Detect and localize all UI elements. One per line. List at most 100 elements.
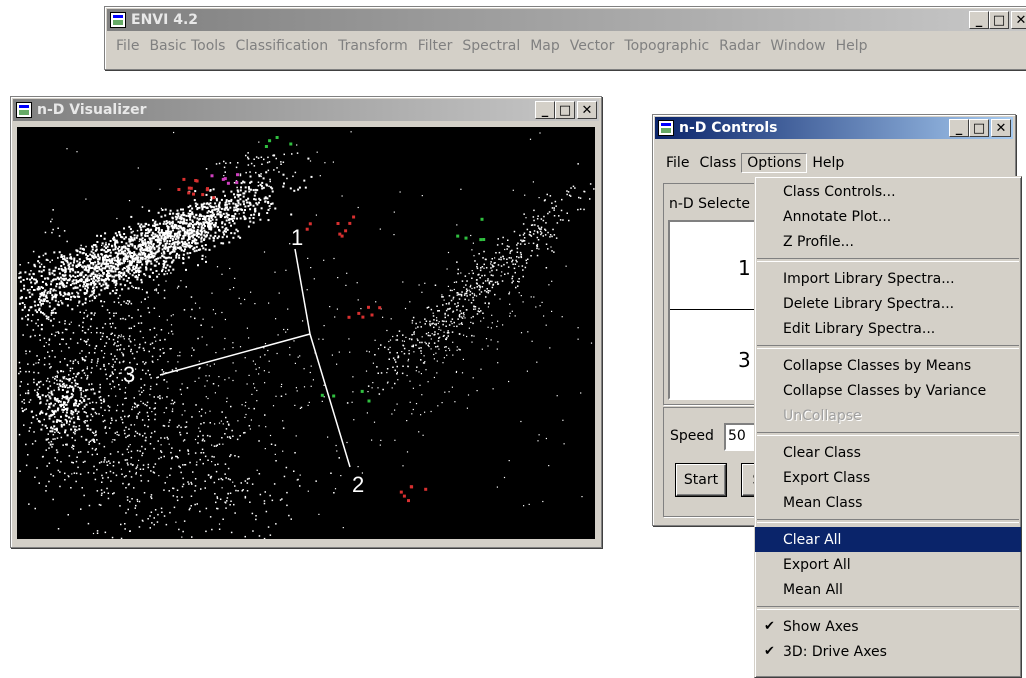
controls-menu-file[interactable]: File [661,155,694,171]
band-item-3[interactable]: 3 [738,348,751,372]
visualizer-title-bar[interactable]: n-D Visualizer _ □ ✕ [13,99,599,121]
scatter-point [153,264,156,267]
menu-item-z-profile[interactable]: Z Profile... [755,229,1021,254]
scatter-point [540,233,542,236]
scatter-point [136,234,139,237]
scatter-point [445,309,448,312]
menu-file[interactable]: File [111,38,144,54]
scatter-point [136,500,139,502]
scatter-point [166,236,169,239]
scatter-point [133,251,136,254]
scatter-plot-canvas[interactable]: 1 2 3 [17,127,595,539]
scatter-point [524,266,527,269]
menu-classification[interactable]: Classification [230,38,333,54]
minimize-icon[interactable]: _ [949,119,969,137]
scatter-point [497,320,499,322]
scatter-point [129,240,132,243]
menu-item-export-class[interactable]: Export Class [755,465,1021,490]
scatter-point [150,511,153,513]
scatter-point [119,361,121,363]
scatter-point [39,265,42,268]
close-icon[interactable]: ✕ [577,101,597,119]
scatter-point [436,372,438,374]
maximize-icon[interactable]: □ [555,101,575,119]
scatter-point [446,332,449,334]
scatter-point [98,268,101,271]
menu-item-collapse-by-means[interactable]: Collapse Classes by Means [755,353,1021,378]
scatter-point [54,457,56,459]
maximize-icon[interactable]: □ [989,11,1009,29]
controls-menu-class[interactable]: Class [694,155,741,171]
menu-item-clear-class[interactable]: Clear Class [755,440,1021,465]
close-icon[interactable]: ✕ [1011,11,1026,29]
menu-item-show-axes[interactable]: ✔ Show Axes [755,614,1021,639]
scatter-point [263,370,265,372]
controls-menu-help[interactable]: Help [807,155,849,171]
scatter-point [96,331,98,334]
scatter-point [38,288,40,291]
menu-item-delete-library-spectra[interactable]: Delete Library Spectra... [755,291,1021,316]
scatter-point [184,234,187,237]
scatter-point [427,332,430,334]
menu-item-class-controls[interactable]: Class Controls... [755,179,1021,204]
menu-item-collapse-by-variance[interactable]: Collapse Classes by Variance [755,378,1021,403]
menu-help[interactable]: Help [831,38,873,54]
menu-item-export-all[interactable]: Export All [755,552,1021,577]
scatter-point [116,263,119,266]
minimize-icon[interactable]: _ [969,11,989,29]
controls-menu-options[interactable]: Options [741,153,808,173]
scatter-point [542,500,544,503]
menu-item-mean-all[interactable]: Mean All [755,577,1021,602]
scatter-point [155,260,158,263]
band-item-1[interactable]: 1 [738,256,751,280]
scatter-point [543,215,545,218]
scatter-point [577,208,579,211]
scatter-point [79,284,81,287]
close-icon[interactable]: ✕ [991,119,1011,137]
menu-map[interactable]: Map [525,38,565,54]
scatter-point [357,466,359,468]
menu-item-import-library-spectra[interactable]: Import Library Spectra... [755,266,1021,291]
start-button[interactable]: Start [676,464,726,496]
scatter-point [487,326,489,328]
scatter-point [92,532,95,535]
scatter-point [139,450,141,452]
scatter-point [154,239,157,241]
scatter-point [34,309,37,312]
scatter-point [388,358,390,360]
scatter-point [523,505,525,507]
menu-basic-tools[interactable]: Basic Tools [144,38,230,54]
menu-vector[interactable]: Vector [565,38,620,54]
scatter-point [227,467,230,470]
scatter-point [182,483,185,486]
scatter-point [230,224,232,227]
scatter-point [38,298,41,301]
scatter-point [148,311,151,314]
minimize-icon[interactable]: _ [535,101,555,119]
menu-item-3d-drive-axes[interactable]: ✔ 3D: Drive Axes [755,639,1021,664]
scatter-point [327,436,329,438]
scatter-point [154,413,157,416]
menu-topographic[interactable]: Topographic [619,38,714,54]
scatter-point [241,490,243,492]
menu-item-edit-library-spectra[interactable]: Edit Library Spectra... [755,316,1021,341]
scatter-point [148,237,151,240]
controls-title-bar[interactable]: n-D Controls _ □ ✕ [655,117,1013,139]
scatter-point [51,430,54,433]
menu-item-mean-class[interactable]: Mean Class [755,490,1021,515]
scatter-point [470,317,472,319]
scatter-point [545,437,547,440]
scatter-point [87,522,90,525]
scatter-point [260,173,262,175]
menu-item-clear-all[interactable]: Clear All [755,527,1021,552]
menu-spectral[interactable]: Spectral [457,38,525,54]
menu-radar[interactable]: Radar [714,38,765,54]
menu-window[interactable]: Window [765,38,830,54]
maximize-icon[interactable]: □ [969,119,989,137]
scatter-point [91,359,93,361]
scatter-point [51,272,54,275]
envi-title-bar[interactable]: ENVI 4.2 _ □ ✕ [107,9,1026,31]
menu-transform[interactable]: Transform [333,38,413,54]
menu-item-annotate-plot[interactable]: Annotate Plot... [755,204,1021,229]
menu-filter[interactable]: Filter [413,38,458,54]
